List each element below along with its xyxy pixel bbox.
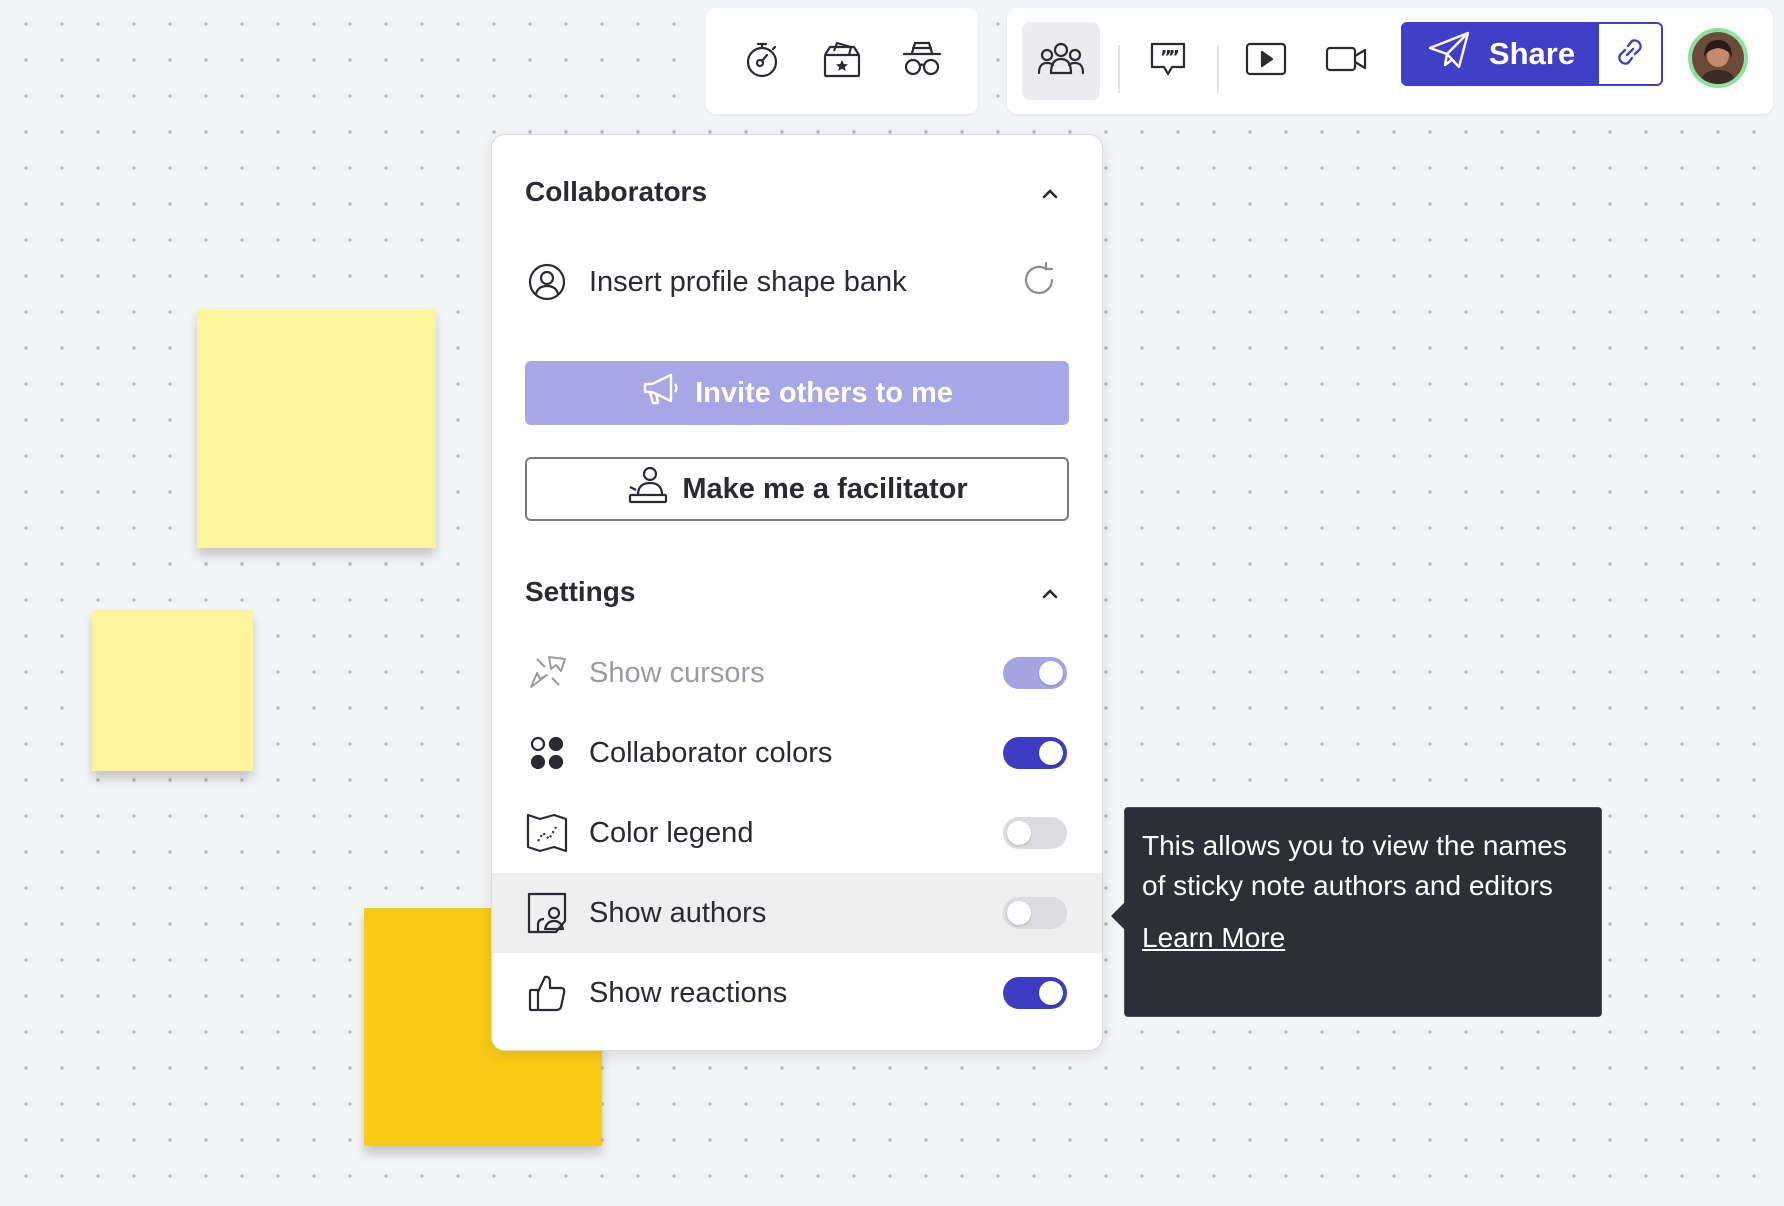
color-legend-label: Color legend [589,816,754,849]
timer-icon [742,39,782,84]
chevron-up-icon[interactable] [1038,582,1062,606]
learn-more-link[interactable]: Learn More [1142,922,1285,954]
make-facilitator-label: Make me a facilitator [682,472,968,505]
show-reactions-row: Show reactions [492,953,1102,1033]
private-mode-button[interactable] [883,22,961,100]
color-dots-icon [526,732,568,774]
collaborator-colors-row: Collaborator colors [492,713,1102,793]
ballot-box-icon [821,38,863,85]
thumbs-up-icon [526,972,568,1014]
link-icon [1611,33,1649,76]
present-button[interactable] [1227,22,1305,100]
insert-profile-shape-bank-label: Insert profile shape bank [589,265,907,298]
invite-others-button[interactable]: Invite others to me [525,361,1069,425]
megaphone-icon [641,371,681,415]
share-control: Share [1401,22,1663,86]
tooltip-arrow [1111,902,1125,930]
sticky-note-yellow-large[interactable] [197,309,436,548]
insert-profile-shape-bank-row[interactable]: Insert profile shape bank [492,242,1102,322]
map-icon [526,812,568,854]
share-label: Share [1488,36,1576,71]
svg-text:”: ” [1168,47,1180,68]
collaborators-button[interactable] [1022,22,1100,100]
voting-button[interactable] [803,22,881,100]
user-avatar[interactable] [1688,28,1748,88]
collaborators-heading: Collaborators [525,176,708,207]
show-cursors-toggle[interactable] [1003,657,1067,689]
toolbar-tools-group [706,8,978,114]
collaborators-icon [1036,39,1086,84]
facilitator-icon [626,465,668,513]
video-button[interactable] [1307,22,1385,100]
refresh-icon[interactable] [1019,260,1059,305]
settings-heading: Settings [525,576,636,607]
toolbar-separator [1118,45,1120,93]
sticky-author-icon [526,892,568,934]
collaborator-colors-label: Collaborator colors [589,736,833,769]
show-authors-toggle[interactable] [1003,897,1067,929]
chevron-up-icon[interactable] [1038,182,1062,206]
present-icon [1245,41,1287,82]
show-reactions-toggle[interactable] [1003,977,1067,1009]
tooltip-text: This allows you to view the names of sti… [1142,830,1567,901]
comment-icon: ” ” [1148,39,1188,84]
private-mode-icon [900,39,944,84]
collaborator-colors-toggle[interactable] [1003,737,1067,769]
show-cursors-label: Show cursors [589,656,765,689]
color-legend-row: Color legend [492,793,1102,873]
show-cursors-row: Show cursors [492,633,1102,713]
make-facilitator-button[interactable]: Make me a facilitator [525,457,1069,521]
user-circle-icon [526,261,568,303]
video-icon [1325,43,1367,80]
show-authors-tooltip: This allows you to view the names of sti… [1111,807,1602,1017]
color-legend-toggle[interactable] [1003,817,1067,849]
cursors-icon [526,652,568,694]
collaborators-panel: Collaborators Insert profile shape bank … [491,134,1103,1051]
invite-others-label: Invite others to me [695,376,953,409]
paper-plane-icon [1427,30,1471,78]
comment-button[interactable]: ” ” [1129,22,1207,100]
sticky-note-yellow-small[interactable] [92,610,253,771]
show-authors-label: Show authors [589,896,767,929]
show-authors-row: Show authors [492,873,1102,953]
timer-button[interactable] [723,22,801,100]
toolbar-separator [1217,45,1219,93]
copy-link-button[interactable] [1599,24,1661,84]
show-reactions-label: Show reactions [589,976,788,1009]
share-button[interactable]: Share [1403,24,1599,84]
